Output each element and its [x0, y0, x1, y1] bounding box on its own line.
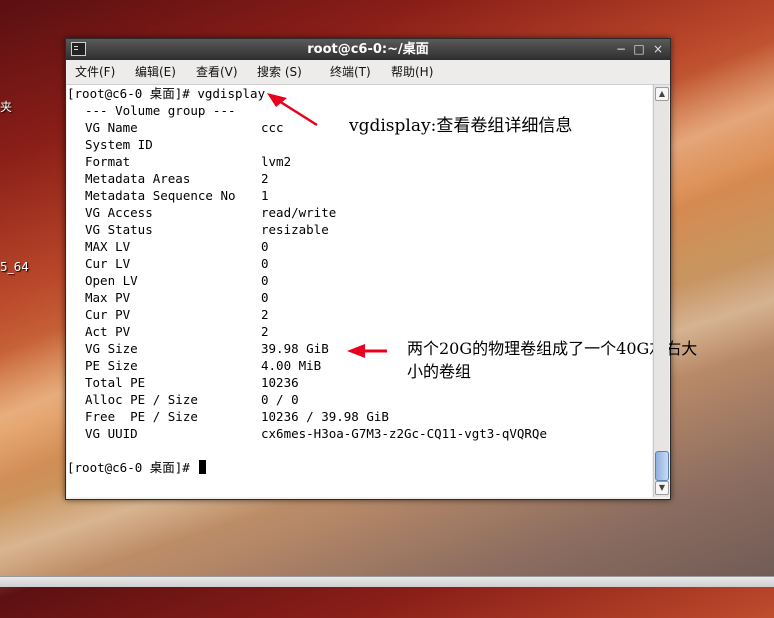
arrow-shaft: [278, 99, 318, 127]
vg-field-value: 10236 / 39.98 GiB: [261, 409, 389, 424]
vg-field-key: VG Access: [85, 205, 153, 220]
taskbar: [0, 576, 774, 587]
terminal-output[interactable]: [root@c6-0 桌面]# vgdisplay --- Volume gro…: [67, 85, 697, 497]
vg-field-value: 4.00 MiB: [261, 358, 322, 373]
vg-field-value: 0: [261, 273, 269, 288]
menu-terminal[interactable]: 终端(T): [330, 60, 371, 84]
arrow-icon: [347, 344, 387, 358]
desktop-icon-label[interactable]: 夹: [0, 98, 12, 115]
vg-field-value: 0: [261, 256, 269, 271]
vg-field-key: System ID: [85, 137, 153, 152]
vg-field-key: Act PV: [85, 324, 131, 339]
shell-prompt: [root@c6-0 桌面]#: [67, 459, 207, 476]
menu-edit[interactable]: 编辑(E): [135, 60, 176, 84]
vg-field-value: lvm2: [261, 154, 292, 169]
scroll-down-button[interactable]: ▼: [655, 481, 669, 495]
vg-field-key: Open LV: [85, 273, 138, 288]
vg-field-key: MAX LV: [85, 239, 131, 254]
close-button[interactable]: ×: [650, 40, 666, 58]
vg-field-key: Metadata Areas: [85, 171, 191, 186]
prompt-text: [root@c6-0 桌面]#: [67, 460, 198, 475]
vg-field-value: 39.98 GiB: [261, 341, 329, 356]
command-line: [root@c6-0 桌面]# vgdisplay: [67, 86, 266, 101]
vg-field-key: VG UUID: [85, 426, 138, 441]
vg-field-key: Metadata Sequence No: [85, 188, 236, 203]
scroll-thumb[interactable]: [655, 451, 669, 481]
vg-field-value: resizable: [261, 222, 329, 237]
menu-search[interactable]: 搜索 (S): [257, 60, 302, 84]
vg-field-key: Free PE / Size: [85, 409, 198, 424]
vg-field-key: Total PE: [85, 375, 146, 390]
window-titlebar[interactable]: root@c6-0:~/桌面 − □ ×: [66, 39, 670, 60]
maximize-button[interactable]: □: [631, 40, 647, 58]
vg-field-value: 0 / 0: [261, 392, 299, 407]
vg-field-value: 1: [261, 188, 269, 203]
size-annotation-line2: 小的卷组: [407, 362, 472, 381]
vertical-scrollbar[interactable]: ▲ ▼: [653, 85, 669, 497]
menu-bar: 文件(F) 编辑(E) 查看(V) 搜索 (S) 终端(T) 帮助(H): [66, 60, 670, 85]
vg-field-value: 0: [261, 290, 269, 305]
window-title: root@c6-0:~/桌面: [307, 42, 429, 57]
vg-field-key: VG Name: [85, 120, 138, 135]
menu-file[interactable]: 文件(F): [75, 60, 115, 84]
vg-field-value: 2: [261, 171, 269, 186]
vg-field-key: Max PV: [85, 290, 131, 305]
vg-field-value: 0: [261, 239, 269, 254]
section-header: --- Volume group ---: [85, 103, 236, 118]
vg-field-value: read/write: [261, 205, 337, 220]
terminal-window: root@c6-0:~/桌面 − □ × 文件(F) 编辑(E) 查看(V) 搜…: [65, 38, 697, 500]
vg-field-key: Cur PV: [85, 307, 131, 322]
menu-view[interactable]: 查看(V): [196, 60, 238, 84]
vg-field-key: Alloc PE / Size: [85, 392, 198, 407]
minimize-button[interactable]: −: [613, 40, 629, 58]
vg-field-key: Cur LV: [85, 256, 131, 271]
vg-field-value: 10236: [261, 375, 299, 390]
desktop-icon-label[interactable]: 5_64: [0, 260, 29, 274]
menu-help[interactable]: 帮助(H): [391, 60, 433, 84]
vg-field-value: cx6mes-H3oa-G7M3-z2Gc-CQ11-vgt3-qVQRQe: [261, 426, 547, 441]
vgdisplay-annotation: vgdisplay:查看卷组详细信息: [349, 116, 573, 136]
vg-field-key: PE Size: [85, 358, 138, 373]
text-cursor: [199, 460, 207, 474]
vg-field-key: VG Status: [85, 222, 153, 237]
vg-field-value: 2: [261, 307, 269, 322]
vg-field-key: Format: [85, 154, 131, 169]
vg-field-key: VG Size: [85, 341, 138, 356]
arrow-icon: [267, 93, 318, 127]
scroll-up-button[interactable]: ▲: [655, 87, 669, 101]
vg-field-value: 2: [261, 324, 269, 339]
